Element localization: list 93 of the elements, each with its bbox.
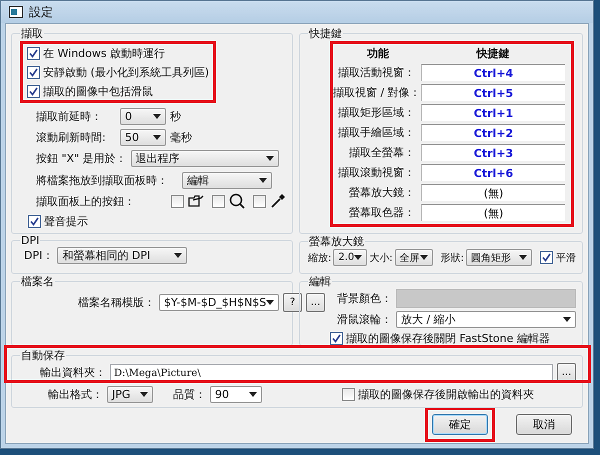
search-icon [229, 193, 245, 210]
hotkey-label: 擷取活動視窗： [337, 65, 415, 80]
field-label: 將檔案拖放到擷取面板時： [36, 172, 164, 188]
hotkey-field[interactable]: Ctrl+4 [421, 64, 565, 81]
hotkey-label: 擷取矩形區域： [337, 105, 415, 120]
dropdown[interactable]: 編輯 [182, 172, 272, 189]
field-label: 大小: [369, 252, 393, 264]
checkbox-label: 在 Windows 啟動時運行 [43, 46, 166, 60]
field-label: 輸出格式： [48, 387, 103, 402]
field-label: DPI： [24, 248, 54, 263]
hotkey-field[interactable]: (無) [421, 204, 565, 221]
browse-button[interactable]: ... [306, 293, 325, 312]
group-title: DPI [20, 234, 40, 247]
input-field[interactable]: D:\Mega\Picture\ [110, 364, 553, 382]
folder-icon [188, 193, 204, 210]
column-header: 功能 [366, 46, 390, 60]
dropdown[interactable]: 0 [120, 108, 166, 126]
checkbox[interactable] [27, 66, 40, 78]
field-label: 擷取前延時： [36, 109, 103, 124]
field-label: 滑鼠滾輪： [337, 312, 392, 327]
dropdown[interactable]: 退出程序 [130, 150, 279, 168]
help-button[interactable]: ? [283, 293, 302, 312]
field-label: 品質： [173, 387, 206, 402]
checkbox-label: 平滑 [556, 252, 576, 264]
caret-icon [259, 178, 267, 183]
group-title: 擷取 [20, 26, 44, 41]
field-label: 縮放: [308, 252, 332, 264]
dropdown[interactable]: 圓角矩形 [466, 249, 532, 266]
caret-icon [153, 135, 161, 140]
column-header: 快捷鍵 [475, 46, 510, 60]
caret-icon [420, 255, 428, 260]
checkbox[interactable] [342, 388, 355, 401]
field-label: 輸出資料夾： [40, 365, 106, 380]
caret-icon [354, 255, 362, 260]
window-title: 設定 [29, 4, 53, 20]
checkbox[interactable] [27, 46, 40, 60]
group-title: 編輯 [308, 274, 332, 289]
group-title: 檔案名 [20, 274, 55, 289]
field-label: 按鈕 "X" 是用於： [36, 151, 127, 166]
dropdown[interactable]: 50 [120, 129, 166, 146]
hotkey-field[interactable]: Ctrl+2 [421, 124, 565, 141]
hotkey-label: 擷取全螢幕： [348, 145, 415, 160]
checkbox-label: 擷取的圖像保存後開啟輸出的資料夾 [358, 387, 534, 402]
dropdown[interactable]: 和螢幕相同的 DPI [57, 247, 188, 264]
checkbox-label: 擷取的圖像保存後關閉 FastStone 編輯器 [346, 331, 550, 346]
hotkey-label: 擷取手繪區域： [337, 125, 415, 140]
app-icon [9, 6, 23, 18]
eyedropper-icon [270, 193, 286, 210]
field-label: 秒 [170, 109, 181, 124]
checkbox-label: 聲音提示 [44, 214, 88, 229]
hotkey-label: 擷取滾動視窗： [337, 165, 415, 180]
dropdown[interactable]: 全屏 [394, 249, 433, 266]
checkbox[interactable] [330, 332, 343, 345]
dialog-button[interactable]: 取消 [516, 414, 572, 435]
hotkey-label: 螢幕取色器： [348, 205, 415, 220]
field-label: 背景顏色： [337, 291, 392, 306]
checkbox[interactable] [171, 194, 184, 208]
dropdown[interactable]: 90 [210, 386, 262, 403]
field-label: 毫秒 [170, 130, 192, 146]
field-label: 檔案名稱模版： [78, 295, 155, 310]
dialog-button[interactable]: 確定 [432, 414, 488, 435]
dropdown[interactable]: 2.0 [333, 249, 368, 266]
caret-icon [153, 114, 161, 120]
group-title: 自動保存 [20, 348, 66, 363]
hotkey-label: 螢幕放大鏡： [348, 185, 415, 200]
hotkey-field[interactable]: Ctrl+1 [421, 104, 565, 121]
field-label: 形狀: [440, 252, 464, 264]
caret-icon [519, 255, 527, 260]
checkbox-label: 安靜啟動 (最小化到系統工具列區) [43, 64, 210, 80]
hotkey-field[interactable]: Ctrl+6 [421, 164, 565, 181]
caret-icon [266, 300, 274, 305]
caret-icon [266, 156, 274, 162]
group-title: 快捷鍵 [308, 26, 343, 41]
checkbox[interactable] [28, 214, 41, 228]
dropdown[interactable]: JPG [107, 386, 153, 403]
hotkey-field[interactable]: Ctrl+5 [421, 84, 565, 101]
caret-icon [563, 317, 571, 322]
dropdown[interactable]: $Y-$M-$D_$H$N$S [159, 294, 279, 311]
checkbox[interactable] [540, 251, 553, 264]
caret-icon [140, 392, 148, 397]
caret-icon [249, 392, 257, 397]
field-label: 滾動刷新時間: [36, 130, 107, 146]
checkbox-label: 擷取的圖像中包括滑鼠 [43, 84, 153, 98]
hotkey-field[interactable]: (無) [421, 184, 565, 201]
field-label: 擷取面板上的按鈕： [36, 194, 136, 209]
checkbox[interactable] [212, 194, 225, 208]
caret-icon [174, 253, 182, 258]
checkbox[interactable] [253, 194, 266, 208]
checkbox[interactable] [27, 84, 40, 98]
group-title: 螢幕放大鏡 [308, 234, 365, 249]
dropdown[interactable]: 放大 / 縮小 [396, 311, 576, 328]
hotkey-field[interactable]: Ctrl+3 [421, 144, 565, 161]
color-swatch[interactable] [396, 289, 576, 308]
